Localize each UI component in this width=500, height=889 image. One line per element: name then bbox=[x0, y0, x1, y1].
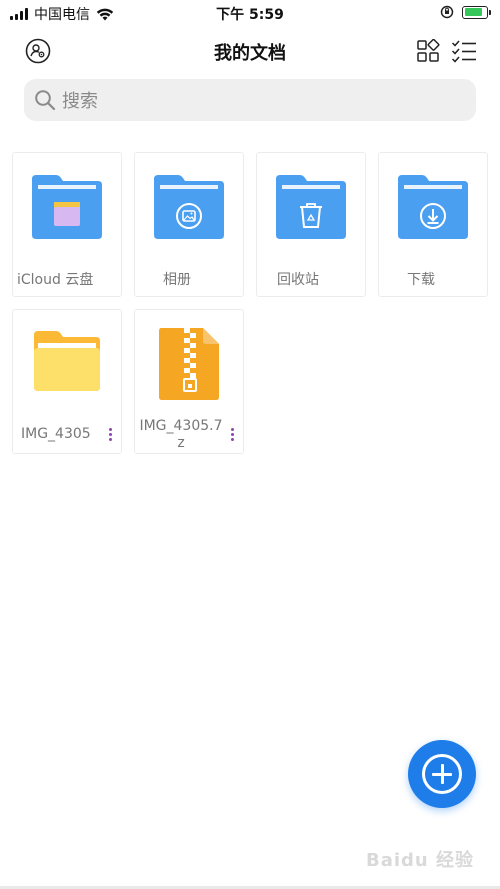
more-options-button[interactable] bbox=[229, 428, 235, 441]
tile-label: IMG_4305.7z bbox=[139, 418, 223, 451]
add-icon bbox=[422, 754, 462, 794]
clock: 下午 5:59 bbox=[216, 7, 284, 23]
tile-label: 相册 bbox=[163, 272, 191, 288]
header: 我的文档 bbox=[0, 30, 500, 72]
tile-label: IMG_4305 bbox=[21, 426, 91, 442]
search-placeholder: 搜索 bbox=[62, 91, 98, 112]
folder-tile-album[interactable]: 相册 bbox=[134, 152, 244, 297]
status-right bbox=[440, 5, 491, 19]
status-bar: 中国电信 下午 5:59 bbox=[0, 0, 500, 26]
icloud-folder-icon bbox=[32, 175, 102, 239]
checklist-icon bbox=[451, 40, 476, 63]
grid-view-icon bbox=[417, 39, 440, 62]
album-folder-icon bbox=[154, 175, 224, 239]
list-select-button[interactable] bbox=[450, 37, 478, 65]
folder-tile-downloads[interactable]: 下载 bbox=[378, 152, 488, 297]
search-icon bbox=[35, 90, 56, 111]
folder-tile-img-4305[interactable]: IMG_4305 bbox=[12, 309, 122, 454]
watermark: Baidu 经验 bbox=[365, 850, 474, 871]
folder-tile-recycle-bin[interactable]: 回收站 bbox=[256, 152, 366, 297]
tile-label: iCloud 云盘 bbox=[17, 272, 94, 288]
zip-archive-icon bbox=[159, 328, 219, 400]
tile-label: 下载 bbox=[407, 272, 435, 288]
recycle-bin-folder-icon bbox=[276, 175, 346, 239]
battery-icon bbox=[462, 5, 491, 19]
download-folder-icon bbox=[398, 175, 468, 239]
more-options-button[interactable] bbox=[107, 428, 113, 441]
folder-tile-icloud[interactable]: iCloud 云盘 bbox=[12, 152, 122, 297]
grid-view-button[interactable] bbox=[414, 37, 442, 65]
file-tile-img-4305-7z[interactable]: IMG_4305.7z bbox=[134, 309, 244, 454]
yellow-folder-icon bbox=[34, 331, 100, 391]
search-bar[interactable]: 搜索 bbox=[24, 79, 476, 121]
tile-label: 回收站 bbox=[277, 272, 319, 288]
add-button[interactable] bbox=[408, 740, 476, 808]
orientation-lock-icon bbox=[440, 5, 454, 19]
